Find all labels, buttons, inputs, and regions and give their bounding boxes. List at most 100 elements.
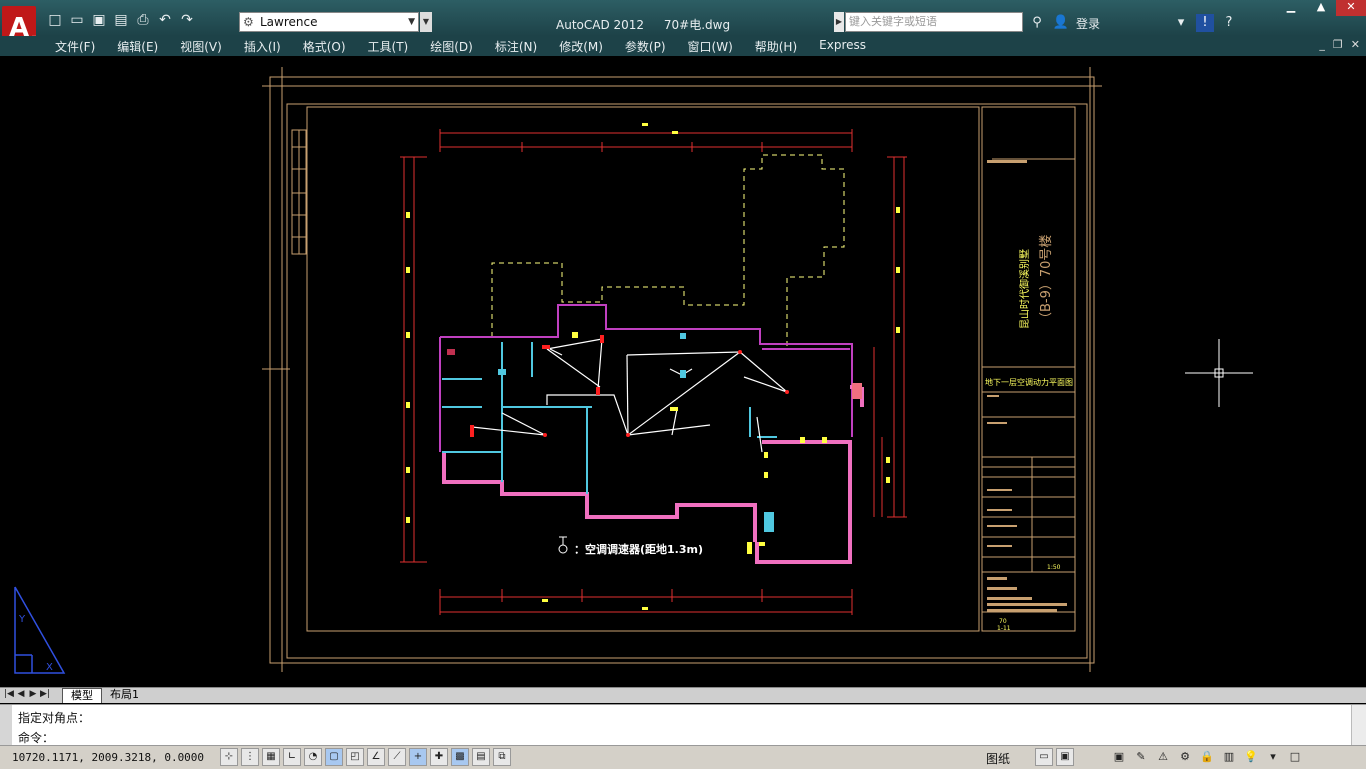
- print-icon[interactable]: ⎙: [134, 11, 152, 29]
- menu-insert[interactable]: 插入(I): [244, 38, 281, 55]
- tab-navigation: |◀ ◀ ▶ ▶|: [4, 689, 50, 699]
- infer-constraints-icon[interactable]: ⊹: [220, 748, 238, 766]
- chevron-down-icon[interactable]: ▾: [1172, 14, 1190, 32]
- title-bar: A ▾ □ ▭ ▣ ▤ ⎙ ↶ ↷ ⚙ Lawrence ▼ ▼ AutoCAD…: [0, 0, 1366, 43]
- selection-cycling-icon[interactable]: ⧉: [493, 748, 511, 766]
- quick-properties-icon[interactable]: ▤: [472, 748, 490, 766]
- devices-red: [447, 335, 862, 437]
- new-file-icon[interactable]: □: [46, 11, 64, 29]
- title-project-text: 昆山时代御溪别墅: [1018, 249, 1031, 329]
- quick-view-drawings-icon[interactable]: ▣: [1056, 748, 1074, 766]
- svg-text:Y: Y: [18, 614, 26, 625]
- workspace-name: Lawrence: [260, 15, 318, 29]
- status-menu-icon[interactable]: ▾: [1264, 748, 1282, 766]
- walls-pink: [442, 385, 864, 564]
- menu-file[interactable]: 文件(F): [55, 38, 95, 55]
- search-expand-button[interactable]: ▶: [834, 12, 844, 32]
- dynamic-input-icon[interactable]: +: [409, 748, 427, 766]
- doc-close-icon[interactable]: ✕: [1351, 38, 1360, 51]
- next-tab-icon[interactable]: ▶: [28, 689, 38, 699]
- dashed-outline: [491, 154, 845, 347]
- doc-restore-icon[interactable]: ❐: [1333, 38, 1343, 51]
- tab-layout1[interactable]: 布局1: [102, 688, 147, 702]
- redo-icon[interactable]: ↷: [178, 11, 196, 29]
- lineweight-icon[interactable]: ✚: [430, 748, 448, 766]
- doc-window-controls: _ ❐ ✕: [1319, 38, 1360, 51]
- command-line: 指定对角点： 命令：: [0, 704, 1366, 745]
- legend-symbol: [558, 536, 568, 554]
- command-scrollbar[interactable]: [1351, 705, 1366, 745]
- grid-display-icon[interactable]: ▦: [262, 748, 280, 766]
- undo-icon[interactable]: ↶: [156, 11, 174, 29]
- app-name: AutoCAD 2012: [556, 18, 645, 32]
- login-button[interactable]: 登录: [1076, 15, 1166, 32]
- minimize-icon[interactable]: ▁: [1276, 0, 1306, 16]
- menu-edit[interactable]: 编辑(E): [117, 38, 158, 55]
- object-snap-tracking-icon[interactable]: ∠: [367, 748, 385, 766]
- title-block: [981, 106, 1076, 632]
- annotation-visibility-icon[interactable]: ⚠: [1154, 748, 1172, 766]
- polar-tracking-icon[interactable]: ◔: [304, 748, 322, 766]
- binoculars-icon[interactable]: ⚲: [1028, 14, 1046, 32]
- first-tab-icon[interactable]: |◀: [4, 689, 14, 699]
- quick-view-layouts-icon[interactable]: ▭: [1035, 748, 1053, 766]
- maximize-viewport-icon[interactable]: ▣: [1110, 748, 1128, 766]
- dimension-tick-labels: [406, 123, 900, 610]
- quick-access-toolbar: □ ▭ ▣ ▤ ⎙ ↶ ↷: [46, 11, 196, 29]
- menu-window[interactable]: 窗口(W): [688, 38, 733, 55]
- maximize-icon[interactable]: ▲: [1306, 0, 1336, 16]
- help-icon[interactable]: ?: [1220, 14, 1238, 32]
- menu-parameter[interactable]: 参数(P): [625, 38, 666, 55]
- menu-tools[interactable]: 工具(T): [368, 38, 409, 55]
- snap-mode-icon[interactable]: ⋮: [241, 748, 259, 766]
- open-file-icon[interactable]: ▭: [68, 11, 86, 29]
- hardware-acceleration-icon[interactable]: ▥: [1220, 748, 1238, 766]
- prev-tab-icon[interactable]: ◀: [16, 689, 26, 699]
- transparency-icon[interactable]: ▩: [451, 748, 469, 766]
- ortho-mode-icon[interactable]: ∟: [283, 748, 301, 766]
- drafting-toggles: ⊹ ⋮ ▦ ∟ ◔ ▢ ◰ ∠ ⟋ + ✚ ▩ ▤ ⧉: [220, 748, 511, 766]
- toolbar-customize-button[interactable]: ▼: [420, 12, 432, 32]
- layout-tools: ▭ ▣: [1035, 748, 1074, 766]
- search-input[interactable]: 键入关键字或短语: [845, 12, 1023, 32]
- command-line-grip[interactable]: [0, 705, 12, 745]
- svg-text:X: X: [46, 662, 53, 673]
- exchange-icon[interactable]: !: [1196, 14, 1214, 32]
- status-bar: 10720.1171, 2009.3218, 0.0000 ⊹ ⋮ ▦ ∟ ◔ …: [0, 745, 1366, 769]
- menu-modify[interactable]: 修改(M): [559, 38, 603, 55]
- save-icon[interactable]: ▣: [90, 11, 108, 29]
- annotation-tools: ▣ ✎ ⚠ ⚙ 🔒 ▥ 💡 ▾ □: [1110, 748, 1304, 766]
- ucs-icon: Y X: [14, 586, 66, 674]
- save-as-icon[interactable]: ▤: [112, 11, 130, 29]
- menu-help[interactable]: 帮助(H): [755, 38, 797, 55]
- menu-express[interactable]: Express: [819, 38, 866, 55]
- title-right-tools: ⚲ 👤 登录 ▾ ! ?: [1028, 14, 1238, 32]
- command-prompt[interactable]: 命令：: [18, 729, 54, 746]
- object-snap-icon[interactable]: ▢: [325, 748, 343, 766]
- annotation-scale-icon[interactable]: ✎: [1132, 748, 1150, 766]
- window-controls: ▁ ▲ ✕: [1276, 0, 1366, 16]
- legend-text: ：空调调速器(距地1.3m): [574, 542, 703, 556]
- clean-screen-icon[interactable]: □: [1286, 748, 1304, 766]
- coordinate-readout[interactable]: 10720.1171, 2009.3218, 0.0000: [12, 751, 204, 764]
- workspace-switch-icon[interactable]: ⚙: [1176, 748, 1194, 766]
- window-title: AutoCAD 2012 70#电.dwg: [556, 16, 746, 33]
- menu-bar: 文件(F) 编辑(E) 视图(V) 插入(I) 格式(O) 工具(T) 绘图(D…: [0, 36, 1366, 56]
- menu-view[interactable]: 视图(V): [180, 38, 222, 55]
- dynamic-ucs-icon[interactable]: ⟋: [388, 748, 406, 766]
- close-icon[interactable]: ✕: [1336, 0, 1366, 16]
- paper-space-label[interactable]: 图纸: [986, 750, 1010, 767]
- last-tab-icon[interactable]: ▶|: [40, 689, 50, 699]
- menu-draw[interactable]: 绘图(D): [430, 38, 473, 55]
- isolate-objects-icon[interactable]: 💡: [1242, 748, 1260, 766]
- 3d-object-snap-icon[interactable]: ◰: [346, 748, 364, 766]
- doc-minimize-icon[interactable]: _: [1319, 38, 1325, 51]
- menu-format[interactable]: 格式(O): [303, 38, 346, 55]
- drawing-canvas[interactable]: 昆山时代御溪别墅 （B-9）70号楼 地下一层空调动力平面图 1:50 70 1…: [2, 57, 1364, 687]
- lock-icon[interactable]: 🔒: [1198, 748, 1216, 766]
- menu-dimension[interactable]: 标注(N): [495, 38, 537, 55]
- sheet-sub-text: 1-11: [997, 625, 1011, 632]
- tab-model[interactable]: 模型: [62, 688, 102, 703]
- workspace-dropdown[interactable]: ⚙ Lawrence ▼: [239, 12, 419, 32]
- sheet-title-text: 地下一层空调动力平面图: [985, 377, 1073, 387]
